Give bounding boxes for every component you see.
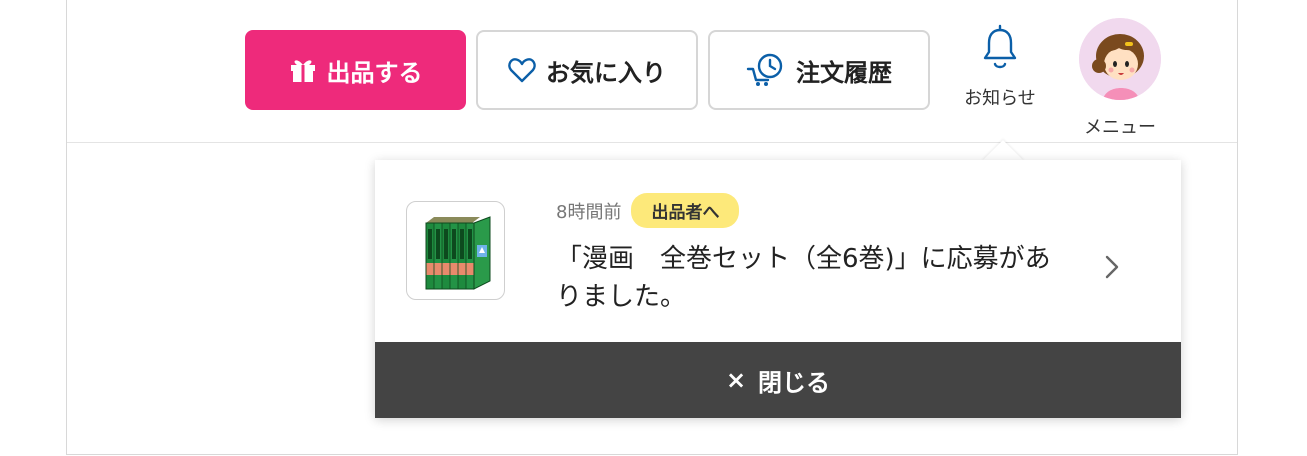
- sell-button-label: 出品する: [326, 58, 423, 87]
- avatar-icon: [1079, 18, 1161, 100]
- heart-icon: [508, 57, 536, 83]
- popup-arrow: [982, 140, 1024, 161]
- header-divider: [67, 142, 1237, 143]
- favorites-button-label: お気に入り: [546, 58, 666, 87]
- notification-time: 8時間前: [556, 201, 622, 223]
- notification-meta: 8時間前 出品者へ: [556, 193, 740, 228]
- notification-message: 「漫画 全巻セット（全6巻)」に応募がありました。: [556, 244, 1051, 312]
- close-button-label: 閉じる: [758, 368, 831, 397]
- notifications-label: お知らせ: [964, 88, 1036, 109]
- bell-icon: [982, 24, 1018, 72]
- favorites-button[interactable]: お気に入り: [476, 30, 698, 110]
- sell-button[interactable]: 出品する: [245, 30, 466, 110]
- menu-label: メニュー: [1084, 117, 1156, 138]
- notifications-nav[interactable]: お知らせ: [945, 24, 1055, 110]
- notification-item[interactable]: 8時間前 出品者へ 「漫画 全巻セット（全6巻)」に応募がありました。: [375, 160, 1181, 342]
- notification-popup: 8時間前 出品者へ 「漫画 全巻セット（全6巻)」に応募がありました。 × 閉じ…: [375, 160, 1181, 418]
- close-icon: ×: [725, 366, 747, 394]
- chevron-right-icon: [1103, 252, 1121, 286]
- cart-clock-icon: [746, 52, 786, 88]
- gift-box-icon: [289, 57, 317, 83]
- close-button[interactable]: × 閉じる: [375, 342, 1181, 418]
- seller-badge: 出品者へ: [631, 193, 740, 228]
- order-history-button-label: 注文履歴: [796, 58, 892, 87]
- menu-nav[interactable]: メニュー: [1070, 18, 1170, 139]
- order-history-button[interactable]: 注文履歴: [708, 30, 930, 110]
- manga-box-set-icon: [406, 201, 505, 300]
